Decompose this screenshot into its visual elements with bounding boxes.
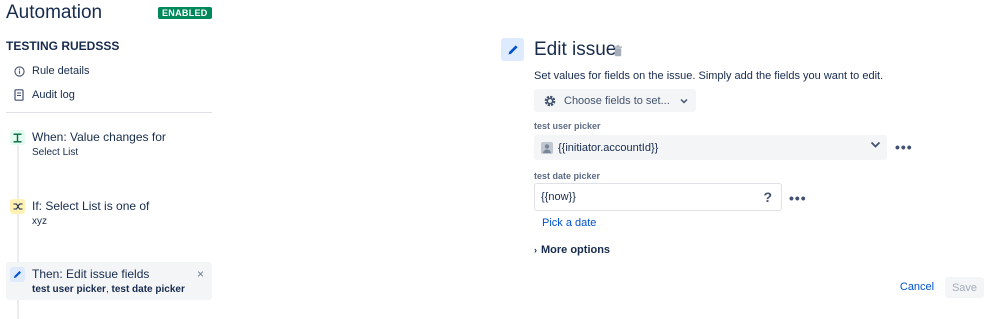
- chevron-down-icon: [870, 141, 881, 149]
- step-action-title: Then: Edit issue fields: [32, 267, 150, 281]
- pick-a-date-link[interactable]: Pick a date: [542, 217, 596, 229]
- step-condition[interactable]: If: Select List is one of xyz: [6, 197, 212, 229]
- date-picker-value: {{now}}: [541, 191, 576, 203]
- step-trigger-title: When: Value changes for: [32, 130, 166, 144]
- rule-name: TESTING RUEDSSS: [6, 39, 120, 53]
- page-title: Edit issue: [534, 39, 617, 60]
- save-button[interactable]: Save: [945, 277, 984, 298]
- step-action-field-2: test date picker: [111, 284, 185, 295]
- shuffle-icon: [10, 199, 25, 214]
- user-picker-value: {{initiator.accountId}}: [558, 141, 659, 154]
- description: Set values for fields on the issue. Simp…: [534, 70, 884, 82]
- sidebar-divider: [6, 112, 212, 113]
- pencil-icon: [10, 267, 25, 282]
- edit-issue-icon: [501, 38, 524, 61]
- avatar: [541, 141, 553, 154]
- close-icon[interactable]: ×: [197, 267, 204, 281]
- gear-icon: [543, 94, 557, 108]
- more-options-toggle[interactable]: › More options: [534, 244, 610, 256]
- user-picker-select[interactable]: {{initiator.accountId}}: [534, 135, 887, 160]
- date-picker-label: test date picker: [534, 171, 601, 181]
- step-action[interactable]: Then: Edit issue fields test user picker…: [6, 262, 212, 300]
- audit-log-label: Audit log: [32, 89, 75, 101]
- step-action-field-1: test user picker: [32, 284, 106, 295]
- rule-details-link[interactable]: Rule details: [12, 64, 89, 78]
- step-trigger-subtitle: Select List: [32, 147, 79, 158]
- more-options-label: More options: [541, 244, 611, 256]
- trigger-icon: [10, 130, 25, 145]
- info-icon: [12, 64, 26, 78]
- chevron-down-icon: [680, 98, 688, 104]
- step-condition-subtitle: xyz: [32, 216, 47, 227]
- chevron-right-icon: ›: [534, 245, 537, 255]
- step-condition-title: If: Select List is one of: [32, 199, 150, 213]
- date-picker-input[interactable]: {{now}} ?: [534, 183, 782, 211]
- user-picker-more-icon[interactable]: •••: [895, 139, 913, 155]
- trash-icon[interactable]: [613, 44, 623, 62]
- step-trigger[interactable]: When: Value changes for Select List: [6, 128, 212, 160]
- rule-details-label: Rule details: [32, 65, 90, 77]
- step-action-subtitle: test user picker, test date picker: [32, 284, 185, 295]
- help-icon[interactable]: ?: [763, 189, 772, 205]
- user-picker-label: test user picker: [534, 121, 601, 131]
- date-picker-more-icon[interactable]: •••: [789, 190, 807, 206]
- sidebar: Automation ENABLED TESTING RUEDSSS Rule …: [0, 0, 215, 319]
- choose-fields-label: Choose fields to set...: [564, 94, 670, 107]
- document-icon: [12, 88, 26, 102]
- app-title: Automation: [6, 2, 103, 23]
- audit-log-link[interactable]: Audit log: [12, 88, 75, 102]
- choose-fields-button[interactable]: Choose fields to set...: [534, 89, 696, 112]
- status-badge: ENABLED: [158, 7, 212, 19]
- cancel-button[interactable]: Cancel: [894, 277, 940, 297]
